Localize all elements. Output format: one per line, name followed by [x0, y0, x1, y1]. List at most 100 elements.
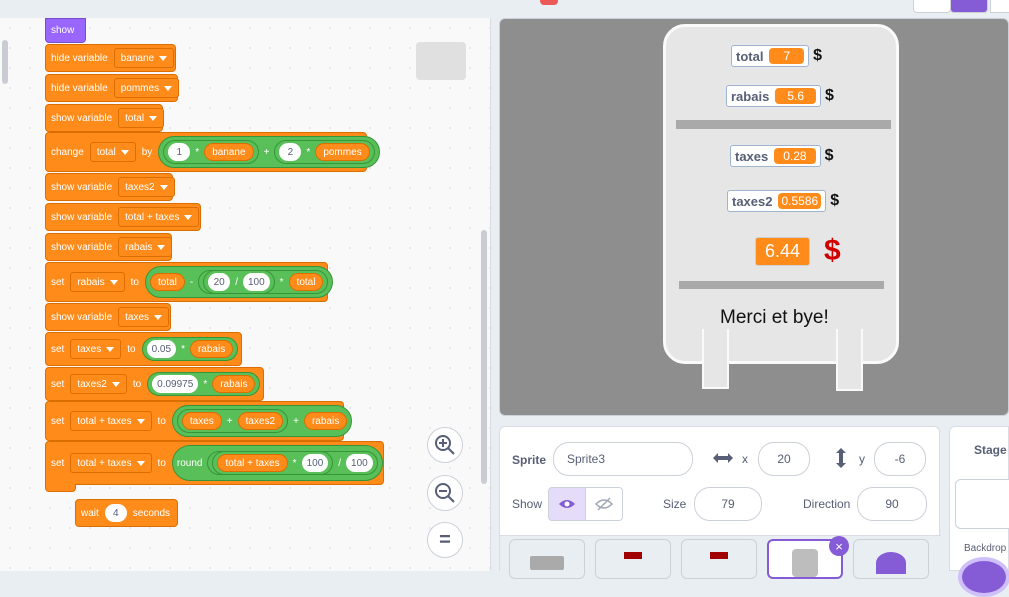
set-total-taxes-round-block[interactable]: set total + taxes to round total + taxes… [45, 441, 384, 485]
multiply-operator[interactable]: total + taxes * 100 [212, 451, 334, 475]
variable-reporter[interactable]: taxes [181, 412, 222, 430]
small-stage-button[interactable] [913, 0, 951, 13]
variable-reporter[interactable]: total + taxes [217, 454, 288, 472]
wait-block[interactable]: wait 4 seconds [75, 499, 178, 527]
number-input[interactable]: 100 [346, 454, 373, 472]
variable-dropdown[interactable]: pommes [113, 78, 180, 98]
variable-reporter[interactable]: rabais [303, 412, 348, 430]
scrollbar-left[interactable] [2, 40, 8, 84]
monitor-label: rabais [731, 88, 770, 104]
number-input[interactable]: 0.05 [146, 340, 177, 358]
sprite-thumbnail[interactable] [595, 539, 671, 579]
subtract-operator[interactable]: total - 20 / 100 * total [144, 266, 334, 298]
multiply-operator[interactable]: 0.05 * rabais [141, 337, 239, 361]
operator-label: round [176, 457, 203, 469]
scrollbar-vertical[interactable] [481, 230, 487, 484]
stage[interactable]: total 7 $ rabais 5.6 $ taxes 0.28 $ taxes2 0… [499, 18, 1009, 416]
variable-reporter[interactable]: rabais [212, 375, 256, 393]
divide-operator[interactable]: total + taxes * 100 / 100 [207, 451, 378, 475]
show-block[interactable]: show [45, 18, 86, 43]
stage-target-panel[interactable]: Stage Backdrop [949, 426, 1009, 597]
variable-dropdown[interactable]: banane [113, 48, 175, 68]
variable-dropdown[interactable]: taxes [70, 339, 122, 359]
round-operator[interactable]: round total + taxes * 100 / 100 [171, 445, 383, 481]
multiply-operator[interactable]: 1 * banane [163, 140, 259, 164]
variable-dropdown[interactable]: total [89, 142, 136, 162]
change-total-block[interactable]: change total by 1 * banane + 2 * pommes [45, 132, 380, 172]
show-label: Show [512, 497, 543, 511]
variable-dropdown[interactable]: total [118, 108, 165, 128]
number-input[interactable]: 4 [104, 504, 127, 522]
dropdown-value: total + taxes [125, 211, 180, 223]
zoom-out-button[interactable] [427, 475, 463, 511]
monitor-value: 0.28 [774, 148, 816, 164]
variable-dropdown[interactable]: rabais [70, 272, 125, 292]
operator-sign: * [292, 457, 297, 469]
hide-sprite-button[interactable] [585, 487, 623, 521]
normal-stage-button[interactable] [950, 0, 988, 13]
multiply-operator[interactable]: 2 * pommes [274, 140, 375, 164]
variable-dropdown[interactable]: rabais [118, 237, 173, 257]
hide-variable-pommes-block[interactable]: hide variable pommes [45, 74, 180, 102]
show-variable-taxes2-block[interactable]: show variable taxes2 [45, 173, 175, 201]
show-sprite-button[interactable] [548, 487, 586, 521]
show-variable-total-taxes-block[interactable]: show variable total + taxes [45, 203, 201, 231]
variable-dropdown[interactable]: total + taxes [70, 453, 152, 473]
sprite-thumbnail[interactable] [509, 539, 585, 579]
set-total-taxes-block[interactable]: set total + taxes to taxes + taxes2 + raba… [45, 401, 353, 441]
dropdown-value: total [125, 112, 145, 124]
number-input[interactable]: 100 [242, 273, 270, 291]
stage-thumbnail[interactable] [955, 479, 1009, 529]
stop-icon[interactable] [540, 0, 558, 5]
sprite-image [530, 556, 564, 570]
dropdown-arrow-icon [157, 244, 166, 250]
sprite-name-input[interactable]: Sprite3 [553, 442, 693, 476]
variable-dropdown[interactable]: total + taxes [70, 411, 152, 431]
number-input[interactable]: 1 [168, 143, 191, 161]
zoom-in-button[interactable] [427, 427, 463, 463]
divide-operator[interactable]: 20 / 100 [203, 270, 275, 294]
set-taxes-block[interactable]: set taxes to 0.05 * rabais [45, 332, 242, 366]
show-variable-taxes-block[interactable]: show variable taxes [45, 303, 171, 331]
size-input[interactable]: 79 [694, 487, 762, 521]
variable-reporter[interactable]: taxes2 [237, 412, 284, 430]
set-rabais-block[interactable]: set rabais to total - 20 / 100 * total [45, 262, 334, 302]
code-area[interactable]: show hide variable banane hide variable … [0, 18, 491, 571]
sprite-thumbnail[interactable] [681, 539, 757, 579]
multiply-operator[interactable]: 20 / 100 * total [198, 270, 329, 294]
fullscreen-button[interactable] [990, 0, 1009, 13]
add-operator[interactable]: taxes + taxes2 + rabais [171, 405, 353, 437]
variable-reporter[interactable]: total [288, 273, 324, 291]
add-operator[interactable]: 1 * banane + 2 * pommes [158, 136, 380, 168]
variable-dropdown[interactable]: total + taxes [118, 207, 200, 227]
show-variable-rabais-block[interactable]: show variable rabais [45, 233, 173, 261]
x-input[interactable]: 20 [758, 442, 810, 476]
variable-reporter[interactable]: rabais [189, 340, 234, 358]
dropdown-value: banane [120, 52, 155, 64]
variable-reporter[interactable]: banane [204, 143, 254, 161]
delete-sprite-icon[interactable]: × [829, 536, 849, 556]
divider-bar [676, 120, 891, 129]
variable-reporter[interactable]: total [149, 273, 185, 291]
number-input[interactable]: 20 [208, 273, 231, 291]
zoom-reset-button[interactable]: = [427, 522, 463, 558]
multiply-operator[interactable]: 0.09975 * rabais [147, 372, 261, 396]
sprite-thumbnail[interactable] [853, 539, 929, 579]
choose-backdrop-button[interactable] [958, 557, 1009, 597]
number-input[interactable]: 100 [301, 454, 329, 472]
monitor-label: taxes2 [732, 193, 773, 209]
number-input[interactable]: 2 [279, 143, 302, 161]
number-input[interactable]: 0.09975 [152, 375, 199, 393]
block-label: to [157, 415, 166, 427]
y-input[interactable]: -6 [874, 442, 926, 476]
hide-variable-banane-block[interactable]: hide variable banane [45, 44, 176, 72]
direction-input[interactable]: 90 [857, 487, 927, 521]
dropdown-arrow-icon [154, 314, 163, 320]
add-operator[interactable]: taxes + taxes2 [176, 409, 289, 433]
variable-dropdown[interactable]: taxes2 [70, 374, 127, 394]
show-variable-total-block[interactable]: show variable total [45, 104, 165, 132]
variable-dropdown[interactable]: taxes2 [118, 177, 175, 197]
variable-dropdown[interactable]: taxes [118, 307, 170, 327]
variable-reporter[interactable]: pommes [315, 143, 370, 161]
set-taxes2-block[interactable]: set taxes2 to 0.09975 * rabais [45, 367, 264, 401]
